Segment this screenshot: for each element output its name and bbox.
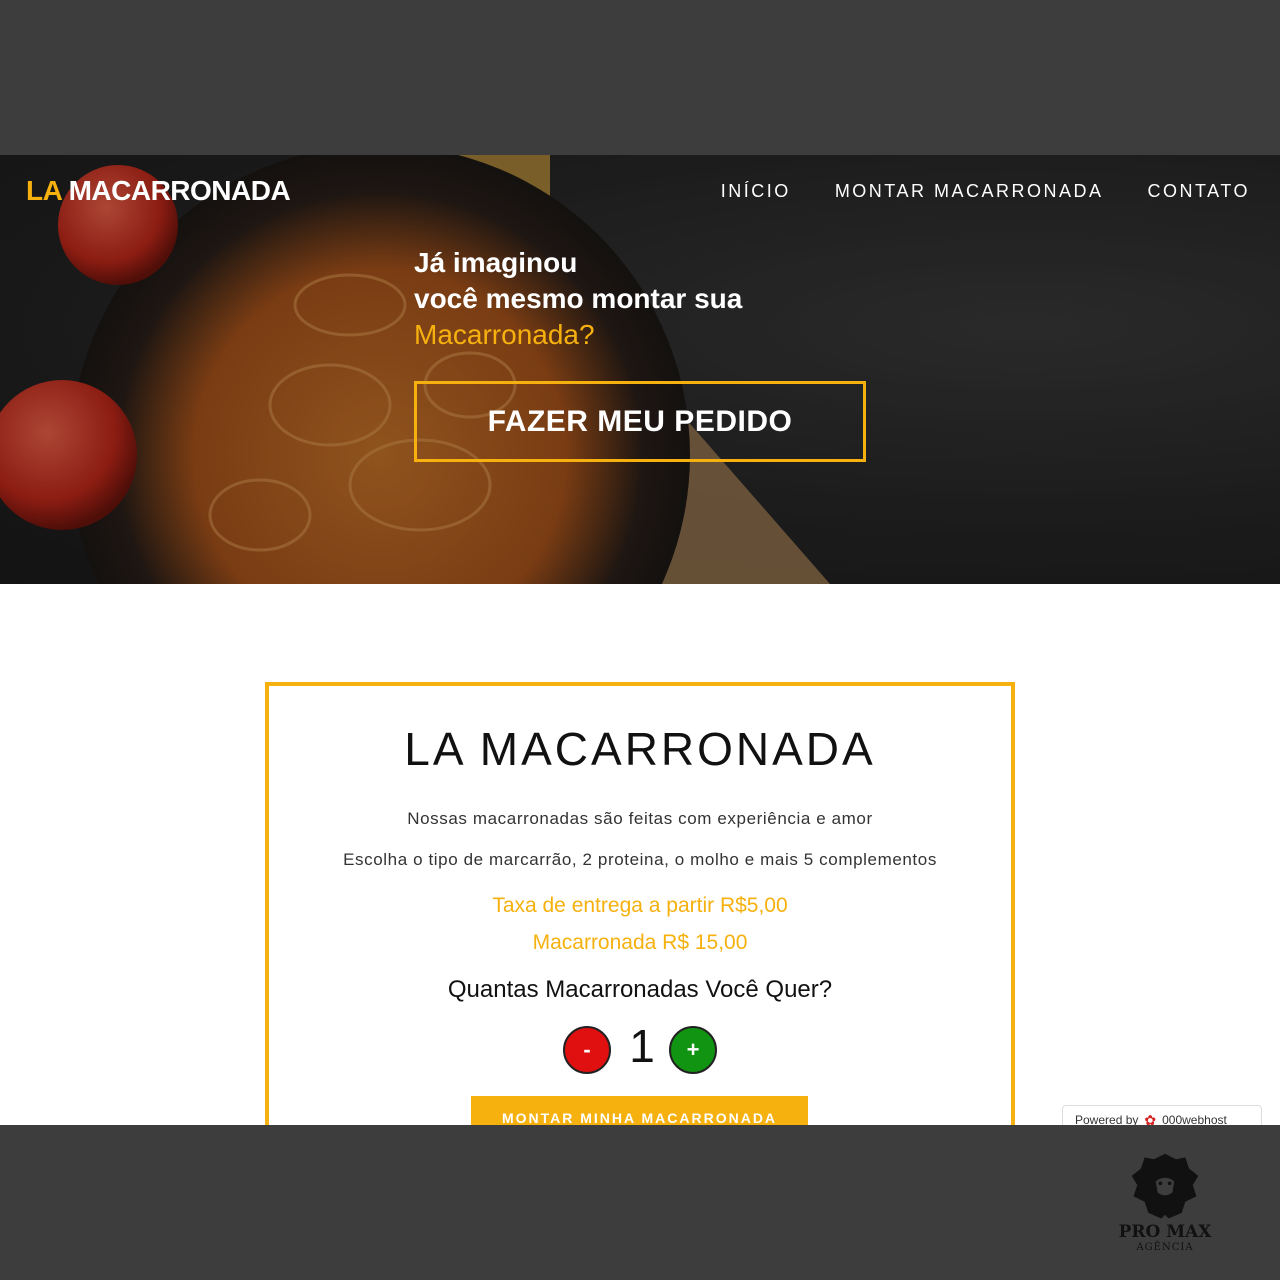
card-instructions: Escolha o tipo de marcarrão, 2 proteina,… [343, 850, 937, 869]
quantity-stepper: - 1 + [563, 1020, 723, 1075]
decrease-button[interactable]: - [563, 1026, 611, 1074]
quantity-value: 1 [629, 1020, 655, 1072]
badge-host: 000webhost [1162, 1113, 1227, 1125]
agency-watermark: PRO MAX AGÊNCIA [1110, 1150, 1220, 1253]
hero-line-2: você mesmo montar sua [414, 283, 743, 314]
hero-accent-line: Macarronada? [414, 319, 595, 350]
card-title: LA MACARRONADA [404, 723, 876, 775]
hosting-badge[interactable]: Powered by ✿ 000webhost [1062, 1105, 1262, 1125]
host-logo-icon: ✿ [1144, 1111, 1157, 1126]
nav-contato[interactable]: CONTATO [1148, 181, 1251, 202]
hero-section: LA MACARRONADA INÍCIO MONTAR MACARRONADA… [0, 155, 1280, 584]
bottom-frame [0, 1125, 1280, 1280]
order-button[interactable]: FAZER MEU PEDIDO [414, 381, 866, 462]
lion-icon [1131, 1153, 1199, 1219]
build-macarronada-button[interactable]: MONTAR MINHA MACARRONADA [471, 1096, 808, 1125]
card-description: Nossas macarronadas são feitas com exper… [407, 809, 873, 828]
agency-subtitle: AGÊNCIA [1136, 1242, 1194, 1253]
delivery-fee: Taxa de entrega a partir R$5,00 [492, 894, 788, 917]
top-frame [0, 0, 1280, 155]
nav-montar-macarronada[interactable]: MONTAR MACARRONADA [835, 181, 1104, 202]
quantity-question: Quantas Macarronadas Você Quer? [447, 976, 833, 1003]
main-nav: INÍCIO MONTAR MACARRONADA CONTATO [721, 181, 1250, 202]
hero-headline: Já imaginou você mesmo montar sua Macarr… [414, 245, 742, 353]
nav-inicio[interactable]: INÍCIO [721, 181, 791, 202]
order-card: LA MACARRONADA Nossas macarronadas são f… [265, 682, 1015, 1125]
agency-name: PRO MAX [1118, 1222, 1212, 1242]
hero-line-1: Já imaginou [414, 247, 578, 278]
badge-prefix: Powered by [1075, 1113, 1139, 1125]
logo-accent: LA [26, 175, 62, 206]
logo-text: MACARRONADA [68, 175, 291, 206]
unit-price: Macarronada R$ 15,00 [532, 931, 748, 954]
increase-button[interactable]: + [669, 1026, 717, 1074]
site-logo[interactable]: LA MACARRONADA [26, 175, 291, 207]
hero-overlay [0, 155, 1280, 584]
webpage: LA MACARRONADA INÍCIO MONTAR MACARRONADA… [0, 155, 1280, 1125]
